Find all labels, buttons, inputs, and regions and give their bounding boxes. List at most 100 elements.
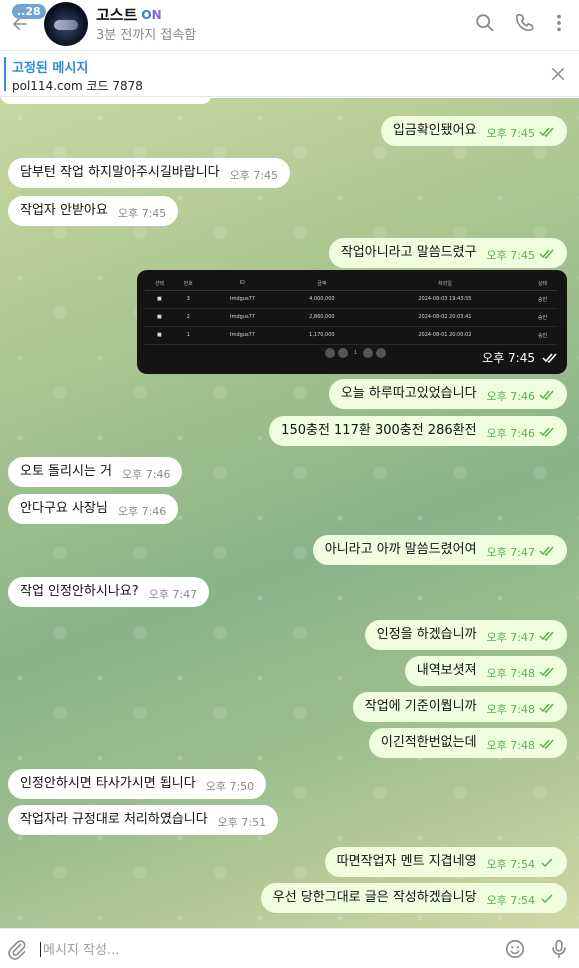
more-button[interactable] xyxy=(548,12,570,34)
message-time: 오후 7:45 xyxy=(486,249,535,262)
table-cell: tmdgus77 xyxy=(202,290,282,309)
pager-page-number: 1 xyxy=(354,350,358,356)
message-time: 오후 7:48 xyxy=(486,667,535,680)
emoji-icon xyxy=(505,939,525,959)
more-icon xyxy=(557,14,561,32)
message-text: 아니라고 아까 말씀드렸어여 xyxy=(324,542,477,557)
attach-button[interactable] xyxy=(6,938,28,960)
message-bubble[interactable]: 담부턴 작업 하지말아주시길바랍니다 오후 7:45 xyxy=(8,158,291,188)
message-text: 인정안하시면 타사가시면 됩니다 xyxy=(20,776,196,791)
message-time: 오후 7:47 xyxy=(486,546,535,559)
last-seen-status: 3분 전까지 접속함 xyxy=(96,28,197,43)
double-check-icon xyxy=(539,659,555,678)
pinned-close-button[interactable] xyxy=(549,65,567,83)
table-cell: ■ xyxy=(145,326,174,345)
message-bubble[interactable]: 내역보셧져 오후 7:48 xyxy=(404,656,567,686)
double-check-icon xyxy=(539,119,555,138)
phone-icon xyxy=(515,13,534,31)
message-bubble[interactable]: 오토 돌리시는 거 오후 7:46 xyxy=(8,457,183,487)
call-button[interactable] xyxy=(514,12,536,34)
message-time: 오후 7:51 xyxy=(217,816,267,829)
message-bubble[interactable]: 인정을 하겠습니까 오후 7:47 xyxy=(364,620,567,650)
message-bubble[interactable]: 150충전 117환 300충전 286환전 오후 7:46 xyxy=(269,416,567,446)
close-icon xyxy=(552,68,564,80)
table-cell: 승인 xyxy=(528,308,557,327)
table-header-cell: ID xyxy=(202,277,282,291)
check-icon xyxy=(539,886,555,904)
table-cell: ■ xyxy=(145,290,174,309)
table-header-cell: 처리일 xyxy=(361,277,529,291)
microphone-icon xyxy=(552,939,566,959)
message-text: 작업자라 규정대로 처리하였습니다 xyxy=(20,812,208,827)
double-check-icon xyxy=(539,241,555,260)
table-header-row: 선택 번호 ID 금액 처리일 상태 xyxy=(145,277,557,291)
on-logo-o: O xyxy=(141,7,152,22)
message-bubble[interactable]: 입금확인됐어요 오후 7:45 xyxy=(380,116,567,146)
message-bubble[interactable]: 인정안하시면 타사가시면 됩니다 오후 7:50 xyxy=(8,769,267,799)
double-check-icon xyxy=(539,382,555,401)
table-row: ■ 3 tmdgus77 4,000,000 2024-08-03 19:43:… xyxy=(145,290,557,309)
table-cell: tmdgus77 xyxy=(202,326,282,345)
message-time: 오후 7:48 xyxy=(486,739,535,752)
check-icon xyxy=(539,850,555,868)
voice-button[interactable] xyxy=(548,937,570,961)
pinned-accent-bar xyxy=(4,57,6,91)
table-cell: 2,860,000 xyxy=(282,308,362,327)
message-time: 오후 7:46 xyxy=(117,505,167,518)
message-text: 우선 당한그대로 글은 작성하겠습니당 xyxy=(272,890,477,905)
pinned-title: 고정된 메시지 xyxy=(12,61,89,76)
partial-message xyxy=(0,98,212,104)
chat-area[interactable]: 입금확인됐어요 오후 7:45 담부턴 작업 하지말아주시길바랍니다 오후 7:45… xyxy=(0,98,579,928)
message-bubble[interactable]: 작업자 안받아요 오후 7:45 xyxy=(8,196,179,226)
message-time: 오후 7:47 xyxy=(486,631,535,644)
table-header-cell: 선택 xyxy=(145,277,174,291)
double-check-icon xyxy=(542,353,557,363)
message-bubble[interactable]: 우선 당한그대로 글은 작성하겠습니당 오후 7:54 xyxy=(260,883,567,913)
double-check-icon xyxy=(539,695,555,714)
table-header-cell: 금액 xyxy=(282,277,362,291)
pager-first-button xyxy=(325,348,335,358)
table-header-cell: 상태 xyxy=(528,277,557,291)
message-bubble[interactable]: 작업자라 규정대로 처리하였습니다 오후 7:51 xyxy=(8,805,279,835)
search-button[interactable] xyxy=(474,12,496,34)
double-check-icon xyxy=(539,419,555,438)
image-message[interactable]: 선택 번호 ID 금액 처리일 상태 ■ 3 tmdgus77 4,000,00… xyxy=(137,270,567,374)
message-time: 오후 7:46 xyxy=(486,427,535,440)
message-time: 오후 7:46 xyxy=(486,390,535,403)
message-time: 오후 7:54 xyxy=(486,858,535,871)
message-bubble[interactable]: 작업 인정안하시나요? 오후 7:47 xyxy=(8,577,210,607)
message-bubble[interactable]: 따면작업자 멘트 지겹네영 오후 7:54 xyxy=(324,847,567,877)
message-text: 입금확인됐어요 xyxy=(392,123,477,138)
chat-header: ..28 고스트 ON 3분 전까지 접속함 xyxy=(0,0,579,48)
message-text: 작업 인정안하시나요? xyxy=(20,584,139,599)
title-row[interactable]: 고스트 ON xyxy=(96,4,162,25)
message-text: 작업자 안받아요 xyxy=(20,203,108,218)
message-time: 오후 7:48 xyxy=(486,703,535,716)
double-check-icon xyxy=(539,538,555,557)
table-cell: ■ xyxy=(145,308,174,327)
message-bubble[interactable]: 오늘 하루따고있었습니다 오후 7:46 xyxy=(328,379,567,409)
message-bubble[interactable]: 이긴적한번없는데 오후 7:48 xyxy=(368,728,567,758)
message-input[interactable]: 메시지 작성... xyxy=(40,939,119,958)
message-text: 인정을 하겠습니까 xyxy=(376,627,477,642)
table-cell: 승인 xyxy=(528,326,557,345)
message-time: 오후 7:47 xyxy=(148,588,198,601)
table-cell: 2024-08-02 20:03:41 xyxy=(361,308,529,327)
message-time: 오후 7:45 xyxy=(229,169,279,182)
pinned-message[interactable]: 고정된 메시지 pol114.com 코드 7878 xyxy=(0,50,579,97)
message-bubble[interactable]: 작업에 기준이뭡니까 오후 7:48 xyxy=(352,692,567,722)
chat-title: 고스트 xyxy=(96,6,138,24)
message-bubble[interactable]: 안다구요 사장님 오후 7:46 xyxy=(8,494,179,524)
avatar[interactable] xyxy=(44,2,88,46)
pinned-text: pol114.com 코드 7878 xyxy=(12,79,143,93)
emoji-button[interactable] xyxy=(504,938,526,960)
table-cell: 3 xyxy=(173,290,203,309)
message-text: 내역보셧져 xyxy=(416,663,477,678)
message-text: 안다구요 사장님 xyxy=(20,501,108,516)
message-bubble[interactable]: 아니라고 아까 말씀드렸어여 오후 7:47 xyxy=(312,535,567,565)
double-check-icon xyxy=(539,623,555,642)
message-time: 오후 7:45 xyxy=(117,207,167,220)
text-caret xyxy=(40,942,41,957)
message-bubble[interactable]: 작업아니라고 말씀드렸구 오후 7:45 xyxy=(328,238,567,268)
message-time: 오후 7:54 xyxy=(486,894,535,907)
